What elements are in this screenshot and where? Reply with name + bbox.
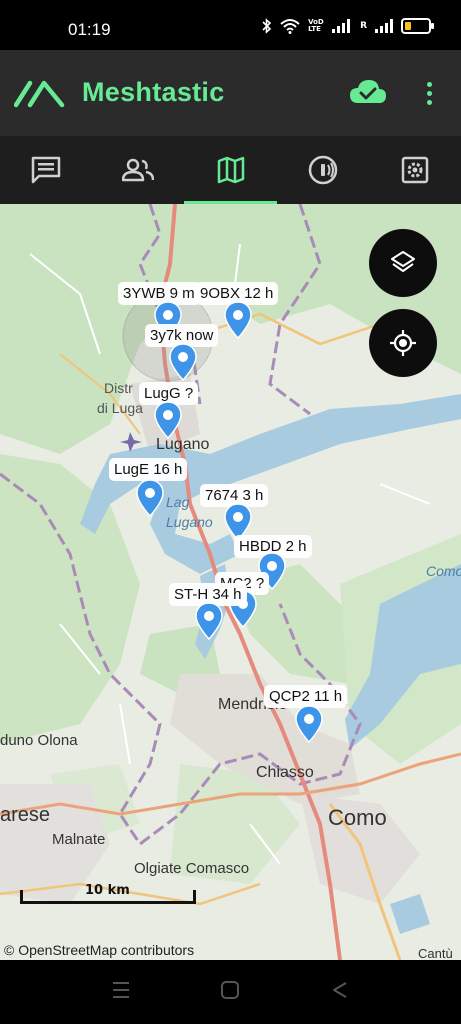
node-marker-pin-icon[interactable]	[136, 479, 164, 517]
back-icon[interactable]	[330, 980, 350, 1000]
my-location-icon	[390, 330, 416, 356]
place-arese: arese	[0, 804, 51, 826]
app-title: Meshtastic	[82, 77, 225, 107]
app-bar: Meshtastic	[0, 50, 461, 136]
map-icon	[217, 156, 244, 184]
my-location-button[interactable]	[369, 309, 437, 377]
place-malnate: Malnate	[52, 831, 106, 848]
home-icon[interactable]	[220, 980, 240, 1000]
cloud-status-button[interactable]	[348, 75, 388, 111]
map-layers-button[interactable]	[369, 229, 437, 297]
battery-icon	[401, 18, 434, 34]
recent-apps-icon[interactable]	[111, 980, 131, 1000]
cloud-check-icon	[350, 80, 386, 103]
layers-icon	[391, 251, 415, 272]
place-cantu: Cantù	[418, 946, 453, 960]
place-distretto-2: di Luga	[97, 400, 143, 416]
place-como-right: Como	[426, 563, 461, 579]
place-distretto-1: Distr	[104, 380, 133, 396]
settings-icon	[401, 156, 429, 184]
node-marker-pin-icon[interactable]	[169, 343, 197, 381]
place-chiasso: Chiasso	[256, 764, 314, 781]
status-time: 01:19	[68, 20, 111, 39]
place-lago-1: Lag	[166, 494, 190, 510]
volte-icon: VoD LTE	[308, 18, 324, 33]
signal-icon	[332, 19, 351, 33]
status-icons: VoD LTE R	[262, 18, 434, 34]
wifi-icon	[280, 19, 300, 34]
tab-channels[interactable]	[277, 136, 369, 204]
status-bar: 01:19 VoD LTE R	[0, 0, 461, 50]
place-olona: duno Olona	[0, 732, 78, 749]
people-icon	[122, 158, 155, 182]
more-vert-icon[interactable]	[418, 75, 440, 111]
place-como: Como	[328, 805, 387, 830]
tab-map[interactable]	[184, 136, 277, 204]
tab-bar	[0, 136, 461, 204]
node-marker-pin-icon[interactable]	[195, 602, 223, 640]
bluetooth-icon	[262, 18, 272, 34]
radio-icon	[308, 155, 337, 185]
tab-settings[interactable]	[369, 136, 461, 204]
tab-nodes[interactable]	[92, 136, 184, 204]
map-view[interactable]: Distr di Luga Lugano Lag Lugano Mendrisi…	[0, 204, 461, 960]
node-marker-pin-icon[interactable]	[224, 301, 252, 339]
map-attribution[interactable]: © OpenStreetMap contributors	[4, 942, 194, 958]
place-olgiate: Olgiate Comasco	[134, 860, 250, 877]
place-lago-2: Lugano	[166, 514, 213, 530]
tab-messages[interactable]	[0, 136, 92, 204]
roaming-label: R	[360, 21, 367, 31]
node-marker-pin-icon[interactable]	[295, 705, 323, 743]
node-marker-label[interactable]: LugE 16 h	[109, 458, 188, 481]
message-icon	[31, 156, 61, 184]
node-marker-pin-icon[interactable]	[154, 401, 182, 439]
meshtastic-logo-icon	[14, 80, 65, 108]
signal-roaming-icon	[375, 19, 393, 33]
map-scale-bar: 10 km	[20, 880, 196, 904]
scale-label: 10 km	[85, 883, 130, 898]
system-nav-bar	[0, 960, 461, 1024]
